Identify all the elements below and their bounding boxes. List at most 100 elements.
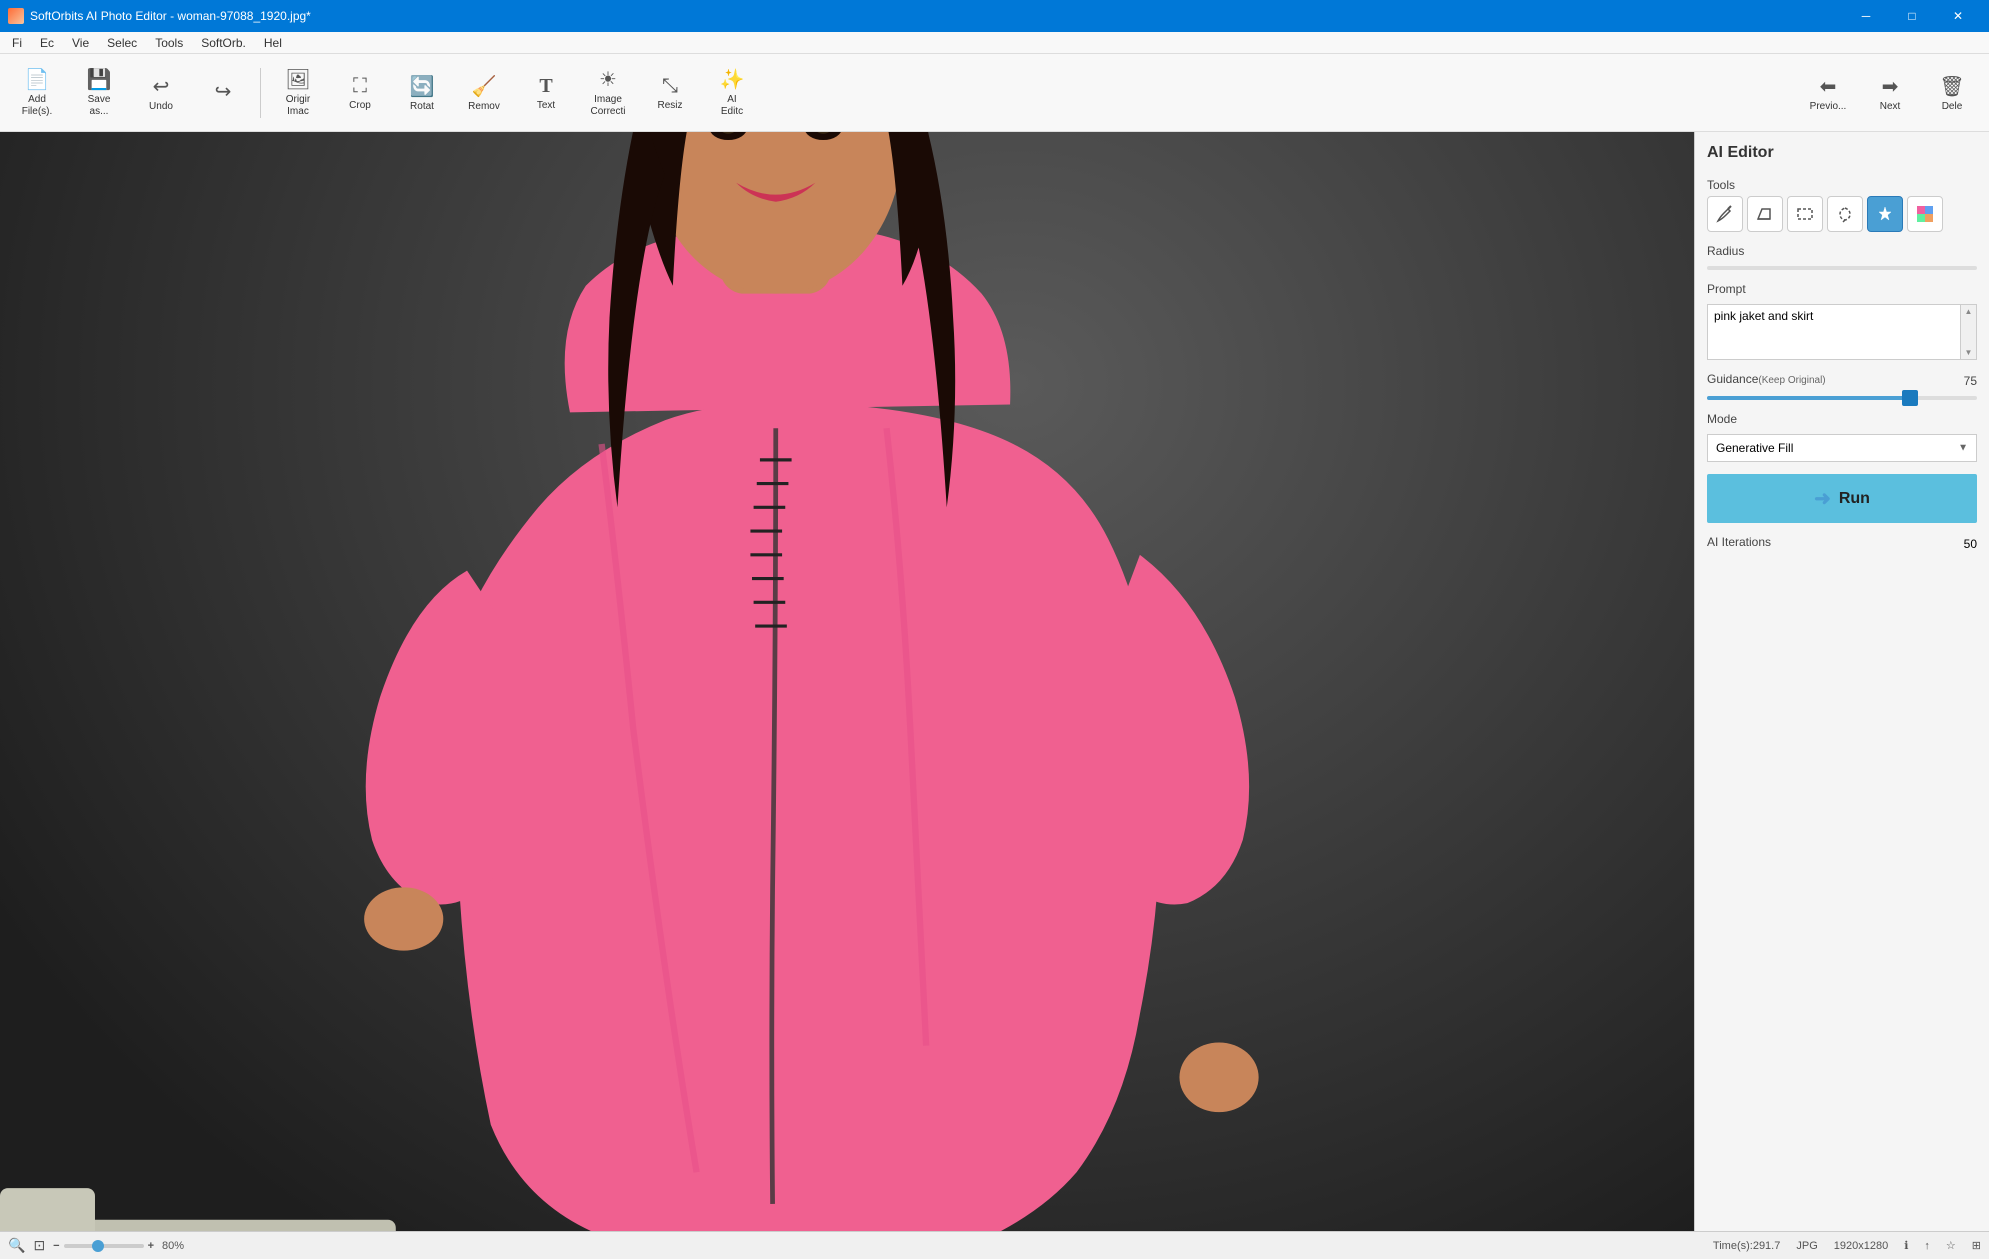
original-image-icon: 🖼 [285,67,310,92]
maximize-button[interactable]: □ [1889,0,1935,32]
file-format: JPG [1796,1240,1817,1252]
previous-label: Previo... [1810,101,1847,112]
redo-button[interactable]: ↪ [194,59,252,127]
separator-1 [260,68,261,118]
main-layout: AI Editor Tools [0,132,1989,1231]
guidance-label: Guidance(Keep Original) [1707,372,1826,386]
color-fill-icon [1916,205,1934,223]
mode-dropdown[interactable]: Generative Fill Inpainting Outpainting [1708,435,1976,461]
text-label: Text [537,100,555,111]
title-bar-left: SoftOrbits AI Photo Editor - woman-97088… [8,8,311,24]
undo-label: Undo [149,101,173,112]
app-icon [8,8,24,24]
next-button[interactable]: ➡ Next [1861,59,1919,127]
radius-section: Radius [1707,244,1977,270]
original-image-button[interactable]: 🖼 OrigirImac [269,59,327,127]
prompt-scrollbar[interactable]: ▲ ▼ [1960,305,1976,359]
window-title: SoftOrbits AI Photo Editor - woman-97088… [30,9,311,23]
brush-tool-button[interactable] [1707,196,1743,232]
delete-icon: 🗑 [1939,74,1964,99]
color-fill-tool-button[interactable] [1907,196,1943,232]
scroll-down-arrow[interactable]: ▼ [1965,348,1973,357]
add-files-icon: 📄 [25,67,50,92]
rotate-label: Rotat [410,101,434,112]
remove-label: Remov [468,101,500,112]
status-right: Time(s):291.7 JPG 1920x1280 ℹ ↑ ☆ ⊞ [1713,1239,1981,1252]
menu-view[interactable]: Vie [64,34,97,52]
radius-slider[interactable] [1707,266,1977,270]
zoom-plus-icon[interactable]: + [148,1240,154,1252]
image-correct-button[interactable]: ☀ ImageCorrecti [579,59,637,127]
canvas-area[interactable] [0,132,1694,1231]
close-button[interactable]: ✕ [1935,0,1981,32]
remove-button[interactable]: 🧹 Remov [455,59,513,127]
status-bar: 🔍 ⊡ − + 80% Time(s):291.7 JPG 1920x1280 … [0,1231,1989,1259]
undo-button[interactable]: ↩ Undo [132,59,190,127]
text-icon: T [539,75,552,98]
info-icon[interactable]: ℹ [1904,1239,1908,1252]
rotate-icon: 🔄 [410,74,435,99]
prompt-section: Prompt pink jaket and skirt ▲ ▼ [1707,282,1977,360]
resize-button[interactable]: ⤡ Resiz [641,59,699,127]
menu-softorb[interactable]: SoftOrb. [193,34,254,52]
run-arrow-icon: ➜ [1814,486,1831,511]
next-icon: ➡ [1882,74,1899,99]
fit-icon[interactable]: ⊡ [33,1237,45,1254]
window-controls: ─ □ ✕ [1843,0,1981,32]
right-panel: AI Editor Tools [1694,132,1989,1231]
radius-label: Radius [1707,244,1977,258]
original-image-label: OrigirImac [286,94,310,118]
ai-editor-title: AI Editor [1707,144,1977,166]
save-as-icon: 💾 [87,67,112,92]
mode-dropdown-wrap: Generative Fill Inpainting Outpainting [1707,434,1977,462]
crop-button[interactable]: ⛶ Crop [331,59,389,127]
ai-editor-icon: ✨ [720,67,745,92]
ai-editor-button[interactable]: ✨ AIEditc [703,59,761,127]
remove-icon: 🧹 [472,74,497,99]
text-button[interactable]: T Text [517,59,575,127]
star-icon[interactable]: ☆ [1946,1239,1956,1252]
zoom-out-icon[interactable]: 🔍 [8,1237,25,1254]
run-button[interactable]: ➜ Run [1707,474,1977,523]
prompt-textarea-wrap: pink jaket and skirt ▲ ▼ [1707,304,1977,360]
tools-section: Tools [1707,178,1977,232]
iterations-value: 50 [1964,537,1977,551]
rotate-button[interactable]: 🔄 Rotat [393,59,451,127]
guidance-header: Guidance(Keep Original) 75 [1707,372,1977,390]
share-icon[interactable]: ↑ [1924,1240,1930,1252]
magic-tool-button[interactable] [1867,196,1903,232]
mode-label: Mode [1707,412,1977,426]
screen-icon[interactable]: ⊞ [1972,1239,1981,1252]
zoom-slider[interactable] [64,1244,144,1248]
prompt-input[interactable]: pink jaket and skirt [1708,305,1976,359]
lasso-tool-button[interactable] [1827,196,1863,232]
status-left: 🔍 ⊡ − + 80% [8,1237,184,1254]
save-as-button[interactable]: 💾 Saveas... [70,59,128,127]
image-correct-icon: ☀ [599,67,617,92]
prompt-label: Prompt [1707,282,1977,296]
resize-icon: ⤡ [662,75,678,98]
redo-icon: ↪ [215,79,232,104]
brush-icon [1716,205,1734,223]
erase-tool-button[interactable] [1747,196,1783,232]
menu-edit[interactable]: Ec [32,34,62,52]
next-label: Next [1880,101,1901,112]
guidance-slider[interactable] [1707,396,1977,400]
menu-file[interactable]: Fi [4,34,30,52]
photo-background [0,132,1694,1231]
menu-tools[interactable]: Tools [147,34,191,52]
menu-help[interactable]: Hel [256,34,290,52]
iterations-label: AI Iterations [1707,535,1771,549]
menu-select[interactable]: Selec [99,34,145,52]
tools-label: Tools [1707,178,1977,192]
previous-button[interactable]: ⬅ Previo... [1799,59,1857,127]
rect-select-tool-button[interactable] [1787,196,1823,232]
minimize-button[interactable]: ─ [1843,0,1889,32]
scroll-up-arrow[interactable]: ▲ [1965,307,1973,316]
delete-button[interactable]: 🗑 Dele [1923,59,1981,127]
zoom-control: − + [53,1240,154,1252]
crop-icon: ⛶ [353,75,367,98]
save-as-label: Saveas... [88,94,111,118]
zoom-minus-icon[interactable]: − [53,1240,59,1252]
add-files-button[interactable]: 📄 AddFile(s). [8,59,66,127]
